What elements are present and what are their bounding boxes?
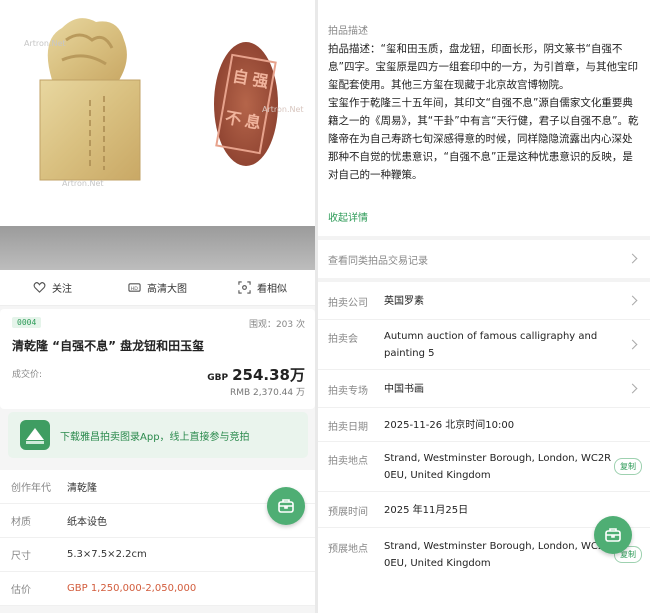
seal-char-2: 强 (251, 70, 270, 91)
lot-number-badge: 0004 (12, 317, 42, 328)
copy-address-button[interactable]: 复制 (614, 458, 642, 475)
price-rmb: RMB 2,370.44 万 (230, 388, 305, 398)
lot-summary-card: 0004 围观：203 次 清乾隆 “自强不息” 盘龙钮和田玉玺 成交价: GB… (0, 309, 315, 409)
collapse-details-link[interactable]: 收起详情 (328, 209, 368, 224)
row-key: 拍卖会 (328, 334, 358, 345)
info-key: 估价 (11, 585, 31, 596)
row-key: 预展时间 (328, 507, 368, 518)
lot-title: 清乾隆 “自强不息” 盘龙钮和田玉玺 (12, 339, 205, 353)
watermark: Artron.Net (24, 39, 66, 48)
price-value: 254.38万 (232, 366, 305, 384)
view-count: 围观：203 次 (248, 320, 305, 330)
row-key: 预展地点 (328, 544, 368, 555)
row-auction-date: 拍卖日期 2025-11-26 北京时间10:00 (318, 408, 650, 442)
seal-char-3: 不 (224, 108, 243, 129)
hd-icon: HD (128, 283, 141, 292)
follow-button[interactable]: 关注 (0, 280, 105, 295)
info-value: 5.3×7.5×2.2cm (67, 549, 147, 560)
row-value: 中国书画 (384, 384, 424, 395)
row-value: Autumn auction of famous calligraphy and… (384, 331, 598, 359)
row-key: 拍卖地点 (328, 456, 368, 467)
similar-label: 看相似 (257, 284, 287, 295)
info-row-estimate: 估价 GBP 1,250,000-2,050,000 (0, 572, 315, 606)
heart-icon (33, 282, 46, 293)
action-bar: 关注 HD 高清大图 看相似 (0, 270, 315, 306)
jade-seal-image: 自 强 不 息 Artron.Net Artron.Net Artron.Net (24, 18, 304, 188)
svg-text:HD: HD (131, 286, 138, 292)
scan-icon (238, 281, 251, 294)
photo-strip (0, 226, 315, 270)
briefcase-icon (278, 499, 294, 513)
info-key: 创作年代 (11, 483, 51, 494)
row-key: 拍卖公司 (328, 298, 368, 309)
hd-image-button[interactable]: HD 高清大图 (105, 280, 210, 295)
info-row-size: 尺寸 5.3×7.5×2.2cm (0, 538, 315, 572)
chevron-right-icon (627, 253, 638, 264)
similar-records-row[interactable]: 查看同类拍品交易记录 (318, 240, 650, 278)
hd-label: 高清大图 (147, 284, 187, 295)
seal-char-1: 自 (231, 66, 250, 87)
info-key: 尺寸 (11, 551, 31, 562)
similar-records-label: 查看同类拍品交易记录 (328, 255, 428, 267)
briefcase-icon (605, 528, 621, 542)
chevron-right-icon (627, 339, 638, 350)
row-auction-house[interactable]: 拍卖公司 英国罗素 (318, 282, 650, 320)
follow-label: 关注 (52, 284, 72, 295)
estimate-value: GBP 1,250,000-2,050,000 (67, 583, 197, 594)
sold-price: GBP 254.38万 (207, 364, 305, 385)
row-value: 2025-11-26 北京时间10:00 (384, 420, 515, 431)
watermark: Artron.Net (62, 179, 104, 188)
watermark: Artron.Net (262, 105, 304, 114)
row-key: 拍卖日期 (328, 422, 368, 433)
chevron-right-icon (627, 383, 638, 394)
row-value: 2025 年11月25日 (384, 505, 469, 516)
sold-price-label: 成交价: (12, 370, 43, 380)
floating-briefcase-button[interactable] (267, 487, 305, 525)
row-value: 英国罗素 (384, 296, 424, 307)
row-auction-event[interactable]: 拍卖会 Autumn auction of famous calligraphy… (318, 320, 650, 370)
row-key: 拍卖专场 (328, 386, 368, 397)
artron-app-logo-icon (20, 420, 50, 450)
floating-briefcase-button[interactable] (594, 516, 632, 554)
chevron-right-icon (627, 295, 638, 306)
info-key: 材质 (11, 517, 31, 528)
seal-char-4: 息 (243, 111, 262, 132)
row-value: Strand, Westminster Borough, London, WC2… (384, 453, 612, 481)
description-paragraph: 宝玺作于乾隆三十五年间，其印文“自强不息”源自儒家文化重要典籍之一的《周易》，其… (328, 97, 639, 181)
row-value: Strand, Westminster Borough, London, WC2… (384, 541, 612, 569)
info-value: 清乾隆 (67, 483, 97, 494)
app-download-banner[interactable]: 下载雅昌拍卖图录App，线上直接参与竞拍 (8, 412, 308, 458)
lot-description: 拍品描述：“玺和田玉质，盘龙钮，印面长形，阴文篆书“自强不息”四字。宝玺原是四方… (328, 40, 640, 184)
info-value: 纸本设色 (67, 517, 107, 528)
row-auction-location: 拍卖地点 Strand, Westminster Borough, London… (318, 442, 650, 492)
app-download-text: 下载雅昌拍卖图录App，线上直接参与竞拍 (60, 431, 250, 443)
price-currency: GBP (207, 373, 229, 383)
description-paragraph: 拍品描述：“玺和田玉质，盘龙钮，印面长形，阴文篆书“自强不息”四字。宝玺原是四方… (328, 43, 638, 91)
lot-detail-screen-right: 拍品描述 拍品描述：“玺和田玉质，盘龙钮，印面长形，阴文篆书“自强不息”四字。宝… (318, 0, 650, 613)
description-section-title: 拍品描述 (328, 26, 368, 37)
lot-detail-screen-left: 自 强 不 息 Artron.Net Artron.Net Artron.Net… (0, 0, 315, 613)
find-similar-button[interactable]: 看相似 (210, 280, 315, 295)
row-auction-session[interactable]: 拍卖专场 中国书画 (318, 370, 650, 408)
lot-photo[interactable]: 自 强 不 息 Artron.Net Artron.Net Artron.Net (0, 0, 315, 226)
